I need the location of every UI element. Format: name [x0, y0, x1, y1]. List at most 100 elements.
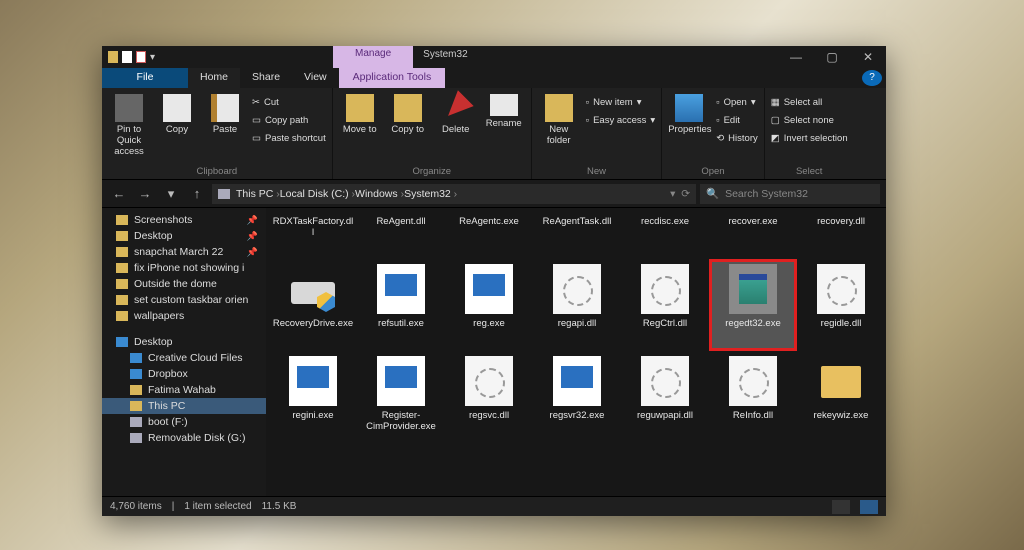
- paste-shortcut-button[interactable]: ▭ Paste shortcut: [252, 130, 326, 146]
- open-group-label: Open: [668, 164, 758, 179]
- file-item[interactable]: ReInfo.dll: [710, 352, 796, 442]
- open-button[interactable]: ▫ Open ▾: [716, 94, 758, 110]
- file-item[interactable]: ReAgentTask.dll: [534, 212, 620, 258]
- sidebar-desktop[interactable]: Desktop: [102, 334, 266, 350]
- file-item[interactable]: ReAgentc.exe: [446, 212, 532, 258]
- nav-recent-button[interactable]: ▾: [160, 183, 182, 205]
- sidebar-item[interactable]: fix iPhone not showing i: [102, 260, 266, 276]
- sidebar-item[interactable]: Fatima Wahab: [102, 382, 266, 398]
- nav-forward-button[interactable]: →: [134, 183, 156, 205]
- file-item[interactable]: regapi.dll: [534, 260, 620, 350]
- file-item[interactable]: recovery.dll: [798, 212, 884, 258]
- crumb-windows[interactable]: Windows: [355, 188, 404, 200]
- sidebar-item[interactable]: wallpapers: [102, 308, 266, 324]
- search-icon: 🔍: [706, 187, 719, 200]
- crumb-local-disk[interactable]: Local Disk (C:): [280, 188, 355, 200]
- help-icon[interactable]: ?: [862, 70, 882, 86]
- ribbon: Pin to Quick access Copy Paste ✂ Cut ▭ C…: [102, 88, 886, 180]
- search-placeholder: Search System32: [725, 188, 808, 200]
- copy-to-button[interactable]: Copy to: [387, 92, 429, 135]
- new-item-button[interactable]: ▫ New item ▾: [586, 94, 655, 110]
- ribbon-tabs: File Home Share View Application Tools ?: [102, 68, 886, 88]
- select-all-button[interactable]: ▦ Select all: [771, 94, 848, 110]
- delete-button[interactable]: Delete: [435, 92, 477, 135]
- new-group-label: New: [538, 164, 655, 179]
- address-bar: ← → ▾ ↑ This PC Local Disk (C:) Windows …: [102, 180, 886, 208]
- window-title: System32: [413, 46, 477, 68]
- folder-icon: [108, 51, 118, 63]
- sidebar-item[interactable]: Desktop📌: [102, 228, 266, 244]
- rename-button[interactable]: Rename: [483, 92, 525, 129]
- clipboard-group-label: Clipboard: [108, 164, 326, 179]
- search-input[interactable]: 🔍 Search System32: [700, 184, 880, 204]
- file-item[interactable]: Register-CimProvider.exe: [358, 352, 444, 442]
- blank-icon: [122, 51, 132, 63]
- breadcrumb[interactable]: This PC Local Disk (C:) Windows System32…: [212, 184, 696, 204]
- sidebar-item[interactable]: set custom taskbar orien: [102, 292, 266, 308]
- select-group-label: Select: [771, 164, 848, 179]
- organize-group-label: Organize: [339, 164, 525, 179]
- file-item[interactable]: recover.exe: [710, 212, 796, 258]
- file-item[interactable]: regini.exe: [270, 352, 356, 442]
- file-item[interactable]: reg.exe: [446, 260, 532, 350]
- details-view-button[interactable]: [832, 500, 850, 514]
- move-to-button[interactable]: Move to: [339, 92, 381, 135]
- status-bar: 4,760 items | 1 item selected 11.5 KB: [102, 496, 886, 516]
- file-item[interactable]: regsvc.dll: [446, 352, 532, 442]
- sidebar-item[interactable]: Outside the dome: [102, 276, 266, 292]
- nav-back-button[interactable]: ←: [108, 183, 130, 205]
- ribbon-context-tab[interactable]: Manage: [333, 46, 413, 68]
- file-item[interactable]: ReAgent.dll: [358, 212, 444, 258]
- file-pane[interactable]: RDXTaskFactory.dllReAgent.dllReAgentc.ex…: [266, 208, 886, 496]
- sidebar: Screenshots📌Desktop📌snapchat March 22📌fi…: [102, 208, 266, 496]
- maximize-button[interactable]: ▢: [814, 46, 850, 68]
- file-item[interactable]: regsvr32.exe: [534, 352, 620, 442]
- file-item[interactable]: refsutil.exe: [358, 260, 444, 350]
- file-item[interactable]: reguwpapi.dll: [622, 352, 708, 442]
- crumb-this-pc[interactable]: This PC: [236, 188, 280, 200]
- sidebar-item[interactable]: Screenshots📌: [102, 212, 266, 228]
- explorer-window: ▾ Manage System32 ― ▢ ✕ File Home Share …: [102, 46, 886, 516]
- qatoolbar-overflow[interactable]: ▾: [150, 52, 155, 63]
- select-none-button[interactable]: ▢ Select none: [771, 112, 848, 128]
- home-tab[interactable]: Home: [188, 68, 240, 88]
- crumb-system32[interactable]: System32: [404, 188, 457, 200]
- share-tab[interactable]: Share: [240, 68, 292, 88]
- file-item[interactable]: regedt32.exe: [710, 260, 796, 350]
- sidebar-item[interactable]: Dropbox: [102, 366, 266, 382]
- paste-button[interactable]: Paste: [204, 92, 246, 135]
- easy-access-button[interactable]: ▫ Easy access ▾: [586, 112, 655, 128]
- new-folder-button[interactable]: New folder: [538, 92, 580, 146]
- file-item[interactable]: RecoveryDrive.exe: [270, 260, 356, 350]
- status-size: 11.5 KB: [262, 501, 297, 512]
- close-button[interactable]: ✕: [850, 46, 886, 68]
- invert-selection-button[interactable]: ◩ Invert selection: [771, 130, 848, 146]
- status-count: 4,760 items: [110, 501, 162, 512]
- status-selected: 1 item selected: [184, 501, 251, 512]
- sidebar-item[interactable]: snapchat March 22📌: [102, 244, 266, 260]
- file-item[interactable]: rekeywiz.exe: [798, 352, 884, 442]
- drive-icon: [218, 189, 230, 199]
- titlebar: ▾ Manage System32 ― ▢ ✕: [102, 46, 886, 68]
- copy-path-button[interactable]: ▭ Copy path: [252, 112, 326, 128]
- copy-button[interactable]: Copy: [156, 92, 198, 135]
- nav-up-button[interactable]: ↑: [186, 183, 208, 205]
- sidebar-item[interactable]: Removable Disk (G:): [102, 430, 266, 446]
- sidebar-item[interactable]: This PC: [102, 398, 266, 414]
- icons-view-button[interactable]: [860, 500, 878, 514]
- sidebar-item[interactable]: Creative Cloud Files: [102, 350, 266, 366]
- edit-button[interactable]: ▫ Edit: [716, 112, 758, 128]
- pin-quick-access-button[interactable]: Pin to Quick access: [108, 92, 150, 157]
- history-button[interactable]: ⟲ History: [716, 130, 758, 146]
- view-tab[interactable]: View: [292, 68, 339, 88]
- file-item[interactable]: RegCtrl.dll: [622, 260, 708, 350]
- sidebar-item[interactable]: boot (F:): [102, 414, 266, 430]
- file-item[interactable]: recdisc.exe: [622, 212, 708, 258]
- minimize-button[interactable]: ―: [778, 46, 814, 68]
- file-item[interactable]: RDXTaskFactory.dll: [270, 212, 356, 258]
- properties-button[interactable]: Properties: [668, 92, 710, 135]
- apptools-tab[interactable]: Application Tools: [339, 68, 446, 88]
- cut-button[interactable]: ✂ Cut: [252, 94, 326, 110]
- file-item[interactable]: regidle.dll: [798, 260, 884, 350]
- check-icon: [136, 51, 146, 63]
